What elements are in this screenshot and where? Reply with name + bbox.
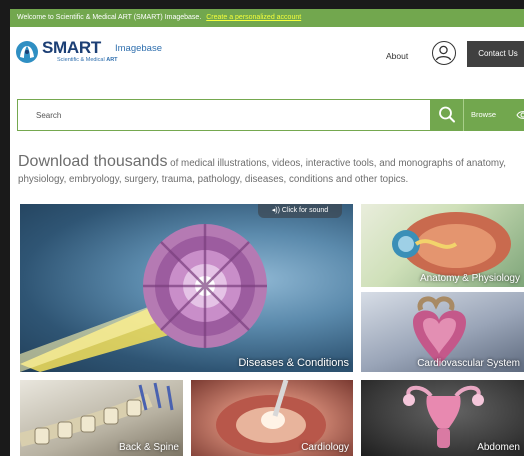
logo-tagline-bold: ART bbox=[106, 57, 118, 63]
browse-button[interactable]: Browse bbox=[464, 99, 524, 131]
about-link[interactable]: About bbox=[386, 51, 408, 61]
tile-label-back-spine: Back & Spine bbox=[118, 442, 179, 453]
tile-label-diseases: Diseases & Conditions bbox=[238, 357, 349, 369]
tile-anatomy-physiology[interactable]: Anatomy & Physiology bbox=[361, 204, 524, 287]
search-input[interactable] bbox=[18, 100, 430, 130]
virus-illustration bbox=[20, 224, 267, 372]
tile-label-cardiovascular: Cardiovascular System bbox=[417, 358, 520, 369]
tile-label-anatomy: Anatomy & Physiology bbox=[419, 273, 520, 284]
search-bar: Browse bbox=[17, 99, 524, 131]
smart-logo[interactable]: SMART Imagebase Scientific & Medical ART bbox=[15, 38, 185, 68]
logo-brand: SMART bbox=[42, 38, 101, 57]
click-for-sound-button[interactable]: ◂)) Click for sound bbox=[258, 204, 342, 218]
tile-label-cardiology: Cardiology bbox=[301, 442, 349, 453]
tile-label-abdomen: Abdomen bbox=[477, 442, 520, 453]
banner-text: Welcome to Scientific & Medical ART (SMA… bbox=[17, 14, 202, 21]
logo-tagline-prefix: Scientific & Medical bbox=[57, 57, 105, 63]
smart-logo-mark-icon bbox=[16, 41, 38, 63]
tile-back-spine[interactable]: Back & Spine bbox=[20, 380, 183, 456]
user-icon bbox=[435, 45, 452, 61]
tile-cardiovascular-system[interactable]: Cardiovascular System bbox=[361, 292, 524, 372]
user-circle-icon[interactable] bbox=[432, 41, 456, 65]
browse-label: Browse bbox=[471, 110, 497, 119]
create-account-link[interactable]: Create a personalized account bbox=[206, 14, 301, 21]
headline-lead: Download thousands bbox=[18, 153, 168, 170]
page: Welcome to Scientific & Medical ART (SMA… bbox=[10, 9, 524, 456]
logo-tagline: Scientific & Medical ART bbox=[57, 57, 118, 63]
contact-us-button[interactable]: Contact Us bbox=[467, 41, 524, 67]
welcome-banner: Welcome to Scientific & Medical ART (SMA… bbox=[10, 9, 524, 27]
site-header: SMART Imagebase Scientific & Medical ART… bbox=[10, 27, 524, 81]
intro-headline: Download thousands of medical illustrati… bbox=[18, 153, 518, 187]
search-button[interactable] bbox=[430, 99, 464, 131]
tile-diseases-conditions[interactable]: ◂)) Click for sound Diseases & Condition… bbox=[20, 204, 353, 372]
tile-cardiology[interactable]: Cardiology bbox=[191, 380, 353, 456]
eye-icon bbox=[516, 111, 524, 119]
tile-abdomen[interactable]: Abdomen bbox=[361, 380, 524, 456]
search-icon bbox=[439, 106, 455, 123]
logo-product: Imagebase bbox=[115, 43, 163, 54]
